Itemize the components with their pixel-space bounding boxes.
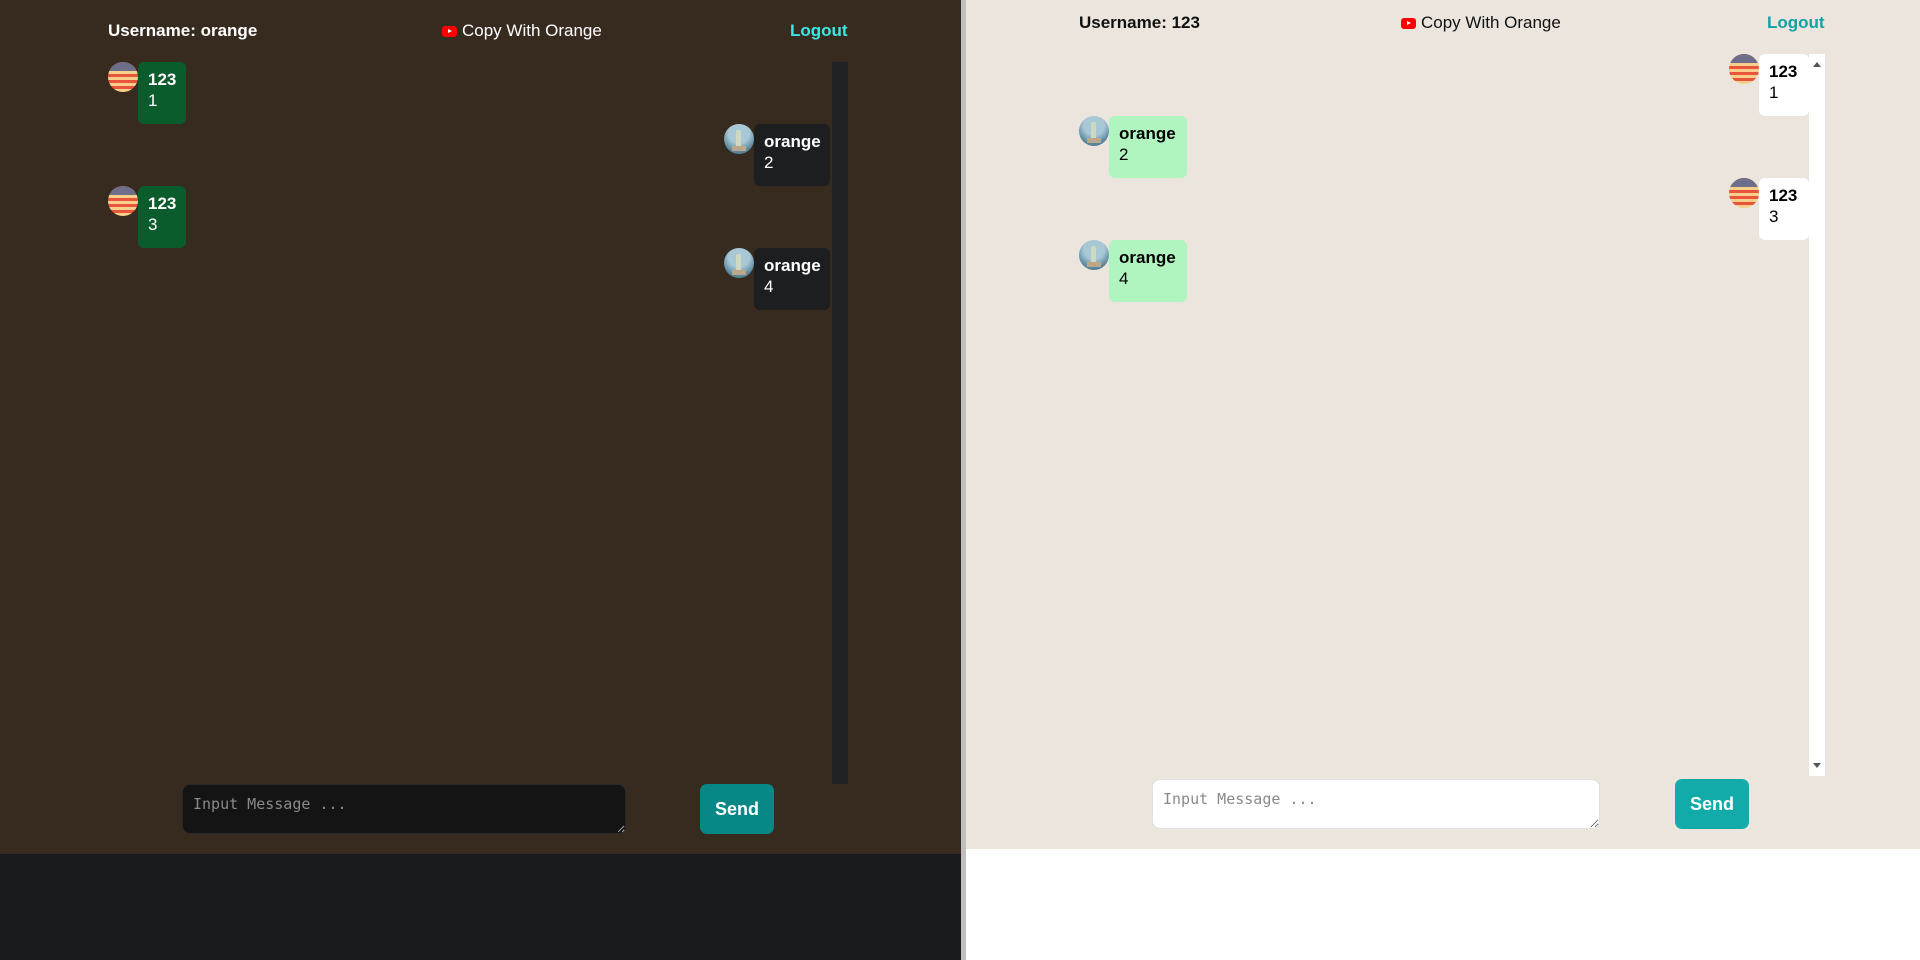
logout-link[interactable]: Logout: [790, 21, 848, 41]
message-sender: 123: [148, 70, 177, 89]
message-input[interactable]: [182, 784, 626, 834]
brand-link[interactable]: Copy With Orange: [1401, 13, 1561, 33]
scroll-up-arrow-icon[interactable]: [1813, 62, 1821, 67]
statue-avatar: [1079, 240, 1109, 270]
message-bubble: orange 2: [1109, 116, 1187, 178]
header-bar: Username: 123 Copy With Orange Logout: [966, 12, 1920, 36]
scroll-down-arrow-icon[interactable]: [1813, 763, 1821, 768]
statue-avatar: [724, 248, 754, 278]
brand-label: Copy With Orange: [462, 21, 602, 40]
logout-link[interactable]: Logout: [1767, 13, 1825, 33]
message-text: 4: [764, 277, 774, 296]
message-list-scrollbar[interactable]: [1809, 54, 1825, 776]
header-bar: Username: orange Copy With Orange Logout: [0, 20, 961, 44]
message-sender: orange: [1119, 248, 1176, 267]
flag-avatar: [108, 186, 138, 216]
message-bubble: 123 1: [138, 62, 186, 124]
message-text: 3: [1769, 207, 1779, 226]
message-bubble: 123 3: [138, 186, 186, 248]
message-text: 1: [148, 91, 158, 110]
message-bubble: orange 4: [1109, 240, 1187, 302]
message-list-scrollbar[interactable]: [832, 62, 848, 784]
message-sender: 123: [1769, 186, 1798, 205]
message-text: 2: [764, 153, 774, 172]
message-bubble: 123 3: [1759, 178, 1809, 240]
message-text: 1: [1769, 83, 1779, 102]
message-bubble: orange 2: [754, 124, 830, 186]
flag-avatar: [1729, 54, 1759, 84]
message-list[interactable]: 123 1 orange 2 123 3 orange 4: [1079, 54, 1809, 774]
youtube-icon: [1401, 17, 1416, 29]
chat-app: Username: 123 Copy With Orange Logout 12…: [966, 0, 1920, 849]
message-input[interactable]: [1152, 779, 1600, 829]
statue-avatar: [1079, 116, 1109, 146]
message-list[interactable]: 123 1 orange 2 123 3 orange 4: [108, 62, 832, 782]
message-sender: orange: [1119, 124, 1176, 143]
flag-avatar: [108, 62, 138, 92]
message-text: 3: [148, 215, 158, 234]
statue-avatar: [724, 124, 754, 154]
message-bubble: orange 4: [754, 248, 830, 310]
message-sender: orange: [764, 256, 821, 275]
username-label: Username: 123: [1079, 13, 1200, 32]
brand-label: Copy With Orange: [1421, 13, 1561, 32]
message-text: 2: [1119, 145, 1129, 164]
message-sender: 123: [1769, 62, 1798, 81]
chat-window-123: Username: 123 Copy With Orange Logout 12…: [966, 0, 1920, 960]
flag-avatar: [1729, 178, 1759, 208]
message-bubble: 123 1: [1759, 54, 1809, 116]
send-button[interactable]: Send: [700, 784, 774, 834]
youtube-icon: [442, 25, 457, 37]
send-button[interactable]: Send: [1675, 779, 1749, 829]
chat-app: Username: orange Copy With Orange Logout…: [0, 0, 961, 854]
username-label: Username: orange: [108, 21, 258, 40]
message-text: 4: [1119, 269, 1129, 288]
brand-link[interactable]: Copy With Orange: [442, 21, 602, 41]
chat-window-orange: Username: orange Copy With Orange Logout…: [0, 0, 961, 960]
message-sender: 123: [148, 194, 177, 213]
message-sender: orange: [764, 132, 821, 151]
